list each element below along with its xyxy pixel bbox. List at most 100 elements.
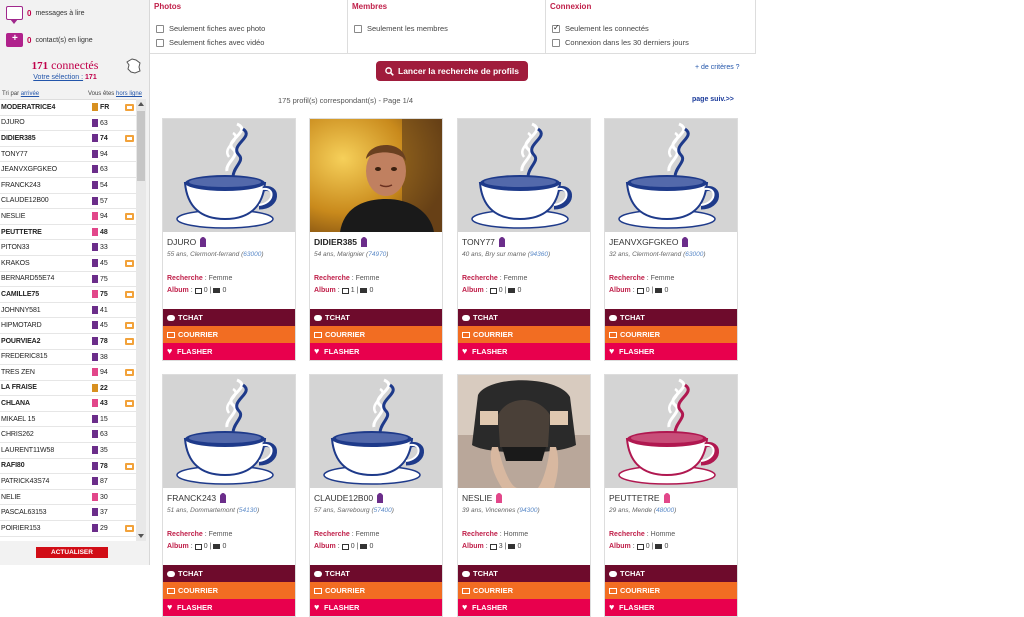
checkbox-checked[interactable] — [552, 23, 560, 33]
user-list-item[interactable]: MODERATRICE4 FR — [0, 100, 136, 116]
courrier-button[interactable]: COURRIER — [458, 326, 590, 343]
courrier-button[interactable]: COURRIER — [163, 326, 295, 343]
courrier-button[interactable]: COURRIER — [163, 582, 295, 599]
user-list-item[interactable]: HIPMOTARD 45 — [0, 318, 136, 334]
profile-photo[interactable] — [163, 119, 295, 232]
webcam-icon[interactable] — [125, 135, 134, 143]
tchat-button[interactable]: TCHAT — [310, 309, 442, 326]
courrier-button[interactable]: COURRIER — [310, 582, 442, 599]
filter-video-only[interactable]: Seulement fiches avec vidéo — [156, 38, 264, 47]
webcam-icon[interactable] — [125, 259, 134, 267]
user-list-item[interactable]: CHLANA 43 — [0, 396, 136, 412]
profile-card[interactable]: DJURO 55 ans, Clermont-ferrand (63000) Rec… — [162, 118, 296, 361]
webcam-icon[interactable] — [125, 462, 134, 470]
profile-card[interactable]: CLAUDE12B00 57 ans, Sarrebourg (57400) Rec… — [309, 374, 443, 617]
courrier-button[interactable]: COURRIER — [458, 582, 590, 599]
webcam-icon[interactable] — [125, 337, 134, 345]
checkbox[interactable] — [156, 38, 164, 47]
sort-arrival-link[interactable]: arrivée — [21, 91, 39, 97]
profile-name[interactable]: CLAUDE12B00 — [314, 492, 438, 503]
user-list-item[interactable]: CHRIS262 63 — [0, 427, 136, 444]
refresh-button[interactable]: ACTUALISER — [36, 547, 108, 558]
user-list-item[interactable]: DIDIER385 74 — [0, 131, 136, 147]
flasher-button[interactable]: FLASHER — [458, 343, 590, 360]
user-list-item[interactable]: FRANCK243 54 — [0, 178, 136, 194]
profile-card[interactable]: NESLIE 39 ans, Vincennes (94300) Recherche… — [457, 374, 591, 617]
profile-name[interactable]: TONY77 — [462, 236, 586, 247]
user-list-item[interactable]: POIRIER153 29 — [0, 521, 136, 537]
profile-username[interactable]: DJURO — [167, 237, 196, 247]
scroll-thumb[interactable] — [137, 111, 145, 181]
filter-photo-only[interactable]: Seulement fiches avec photo — [156, 24, 265, 33]
webcam-icon[interactable] — [125, 322, 134, 330]
user-list-item[interactable]: TRES ZEN 94 — [0, 365, 136, 381]
user-list-item[interactable]: KRAKOS 45 — [0, 256, 136, 272]
user-list-item[interactable]: NELIE 30 — [0, 490, 136, 506]
profile-username[interactable]: CLAUDE12B00 — [314, 493, 373, 503]
flasher-button[interactable]: FLASHER — [458, 599, 590, 616]
messages-stat[interactable]: 0 messages à lire — [6, 6, 84, 24]
user-list-item[interactable]: FREDERIC815 38 — [0, 350, 136, 366]
scroll-up-icon[interactable] — [138, 102, 144, 106]
flasher-button[interactable]: FLASHER — [163, 343, 295, 360]
profile-photo[interactable] — [310, 119, 442, 232]
flasher-button[interactable]: FLASHER — [163, 599, 295, 616]
tchat-button[interactable]: TCHAT — [458, 565, 590, 582]
user-list-item[interactable]: PATRICK43S74 87 — [0, 474, 136, 490]
checkbox[interactable] — [156, 24, 164, 33]
profile-photo[interactable] — [458, 119, 590, 232]
profile-name[interactable]: NESLIE — [462, 492, 586, 503]
tchat-button[interactable]: TCHAT — [163, 309, 295, 326]
webcam-icon[interactable] — [125, 525, 134, 533]
search-profiles-button[interactable]: Lancer la recherche de profils — [376, 61, 528, 81]
profile-photo[interactable] — [605, 119, 737, 232]
contacts-stat[interactable]: 0 contact(s) en ligne — [6, 33, 93, 47]
tchat-button[interactable]: TCHAT — [310, 565, 442, 582]
profile-name[interactable]: JEANVXGFGKEO — [609, 236, 733, 247]
profile-username[interactable]: FRANCK243 — [167, 493, 216, 503]
profile-card[interactable]: FRANCK243 51 ans, Dommartemont (54130) Rec… — [162, 374, 296, 617]
flasher-button[interactable]: FLASHER — [605, 343, 737, 360]
user-list-item[interactable]: RAFI80 78 — [0, 459, 136, 475]
courrier-button[interactable]: COURRIER — [605, 326, 737, 343]
user-list-scrollbar[interactable] — [136, 99, 146, 541]
tchat-button[interactable]: TCHAT — [605, 565, 737, 582]
france-map-icon[interactable] — [126, 58, 142, 74]
user-list-item[interactable]: MIKAEL 15 15 — [0, 412, 136, 428]
profile-card[interactable]: PEUTTETRE 29 ans, Mende (48000) Recherche … — [604, 374, 738, 617]
more-criteria-link[interactable]: + de critères ? — [695, 64, 740, 71]
profile-name[interactable]: DJURO — [167, 236, 291, 247]
profile-username[interactable]: DIDIER385 — [314, 237, 357, 247]
profile-photo[interactable] — [605, 375, 737, 488]
tchat-button[interactable]: TCHAT — [605, 309, 737, 326]
user-list-item[interactable]: TONY77 94 — [0, 147, 136, 163]
checkbox[interactable] — [552, 38, 560, 47]
user-list-item[interactable]: PASCAL63153 37 — [0, 505, 136, 522]
filter-last-30-days[interactable]: Connexion dans les 30 derniers jours — [552, 38, 689, 47]
profile-card[interactable]: DIDIER385 54 ans, Marignier (74970) Recher… — [309, 118, 443, 361]
checkbox[interactable] — [354, 24, 362, 33]
tchat-button[interactable]: TCHAT — [458, 309, 590, 326]
user-list-item[interactable]: PITON33 33 — [0, 240, 136, 256]
courrier-button[interactable]: COURRIER — [310, 326, 442, 343]
filter-connected-only[interactable]: Seulement les connectés — [552, 23, 649, 33]
user-list-item[interactable]: DJURO 63 — [0, 116, 136, 132]
webcam-icon[interactable] — [125, 213, 134, 221]
profile-photo[interactable] — [458, 375, 590, 488]
user-list-item[interactable]: LAURENT11W58 35 — [0, 443, 136, 459]
scroll-down-icon[interactable] — [138, 534, 144, 538]
webcam-icon[interactable] — [125, 291, 134, 299]
user-list-item[interactable]: JOHNNY581 41 — [0, 303, 136, 319]
next-page-link[interactable]: page suiv.>> — [692, 96, 734, 103]
profile-username[interactable]: PEUTTETRE — [609, 493, 660, 503]
profile-photo[interactable] — [310, 375, 442, 488]
user-list-item[interactable]: PEUTTETRE 48 — [0, 225, 136, 241]
flasher-button[interactable]: FLASHER — [605, 599, 737, 616]
flasher-button[interactable]: FLASHER — [310, 599, 442, 616]
flasher-button[interactable]: FLASHER — [310, 343, 442, 360]
profile-card[interactable]: JEANVXGFGKEO 32 ans, Clermont-ferrand (63… — [604, 118, 738, 361]
tchat-button[interactable]: TCHAT — [163, 565, 295, 582]
user-list-item[interactable]: LA FRAISE 22 — [0, 381, 136, 397]
profile-name[interactable]: PEUTTETRE — [609, 492, 733, 503]
profile-name[interactable]: FRANCK243 — [167, 492, 291, 503]
